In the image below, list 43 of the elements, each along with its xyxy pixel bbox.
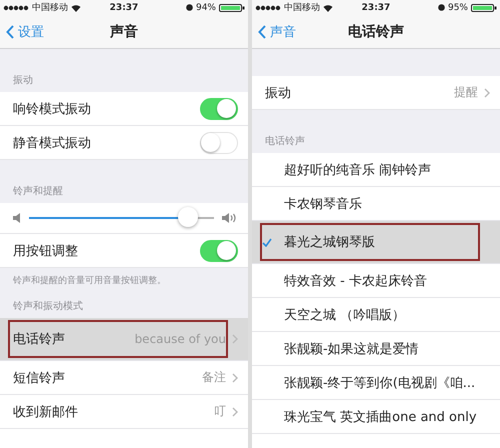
settings-row[interactable]: 振动 提醒 bbox=[252, 76, 500, 110]
ringtone-row[interactable]: 超好听的纯音乐 闹钟铃声 bbox=[252, 153, 500, 187]
ringtone-row[interactable]: 暮光之城钢琴版 bbox=[252, 221, 500, 264]
battery-icon bbox=[219, 4, 245, 12]
ringtone-row[interactable]: 特效音效 - 卡农起床铃音 bbox=[252, 264, 500, 298]
screen-title: 电话铃声 bbox=[348, 22, 404, 40]
section-footer: 铃声和提醒的音量可用音量按钮调整。 bbox=[0, 268, 248, 287]
battery-icon bbox=[471, 4, 497, 12]
settings-row[interactable]: 电话铃声 because of you bbox=[0, 318, 248, 361]
section-header: 铃声和提醒 bbox=[13, 184, 63, 198]
ringtone-row[interactable]: 天空之城 （吟唱版） bbox=[252, 298, 500, 332]
settings-row[interactable]: 短信铃声 备注 bbox=[0, 361, 248, 395]
status-time: 23:37 bbox=[110, 2, 138, 12]
chevron-icon bbox=[232, 406, 238, 416]
ringtone-row[interactable]: 张靓颖-如果这就是爱情 bbox=[252, 332, 500, 366]
back-icon bbox=[258, 24, 266, 38]
wifi-icon bbox=[71, 4, 81, 12]
section-header: 电话铃声 bbox=[265, 134, 305, 148]
status-time: 23:37 bbox=[362, 2, 390, 12]
carrier-name: 中国移动 bbox=[284, 2, 320, 14]
section-header: 铃声和振动模式 bbox=[13, 300, 83, 313]
back-icon bbox=[6, 24, 14, 38]
chevron-icon bbox=[232, 334, 238, 344]
battery-percent: 94% bbox=[196, 2, 216, 12]
carrier-name: 中国移动 bbox=[32, 2, 68, 14]
ringtone-row[interactable]: 张靓颖-终于等到你(电视剧《咱... bbox=[252, 366, 500, 400]
speaker-high-icon bbox=[222, 212, 238, 224]
volume-slider-thumb[interactable] bbox=[178, 207, 198, 227]
speaker-low-icon bbox=[13, 213, 21, 223]
toggle-switch[interactable] bbox=[200, 240, 238, 262]
row-label: 用按钮调整 bbox=[13, 242, 79, 260]
toggle-switch[interactable] bbox=[200, 132, 238, 154]
section-header: 振动 bbox=[13, 74, 33, 87]
signal-icon bbox=[3, 4, 29, 10]
signal-icon bbox=[255, 4, 281, 10]
wifi-icon bbox=[323, 4, 333, 12]
battery-percent: 95% bbox=[448, 2, 468, 12]
row-label: 静音模式振动 bbox=[13, 134, 92, 152]
toggle-switch[interactable] bbox=[200, 98, 238, 120]
row-label: 响铃模式振动 bbox=[13, 100, 92, 118]
chevron-icon bbox=[484, 88, 490, 98]
screen-title: 声音 bbox=[110, 22, 138, 40]
chevron-icon bbox=[232, 372, 238, 382]
